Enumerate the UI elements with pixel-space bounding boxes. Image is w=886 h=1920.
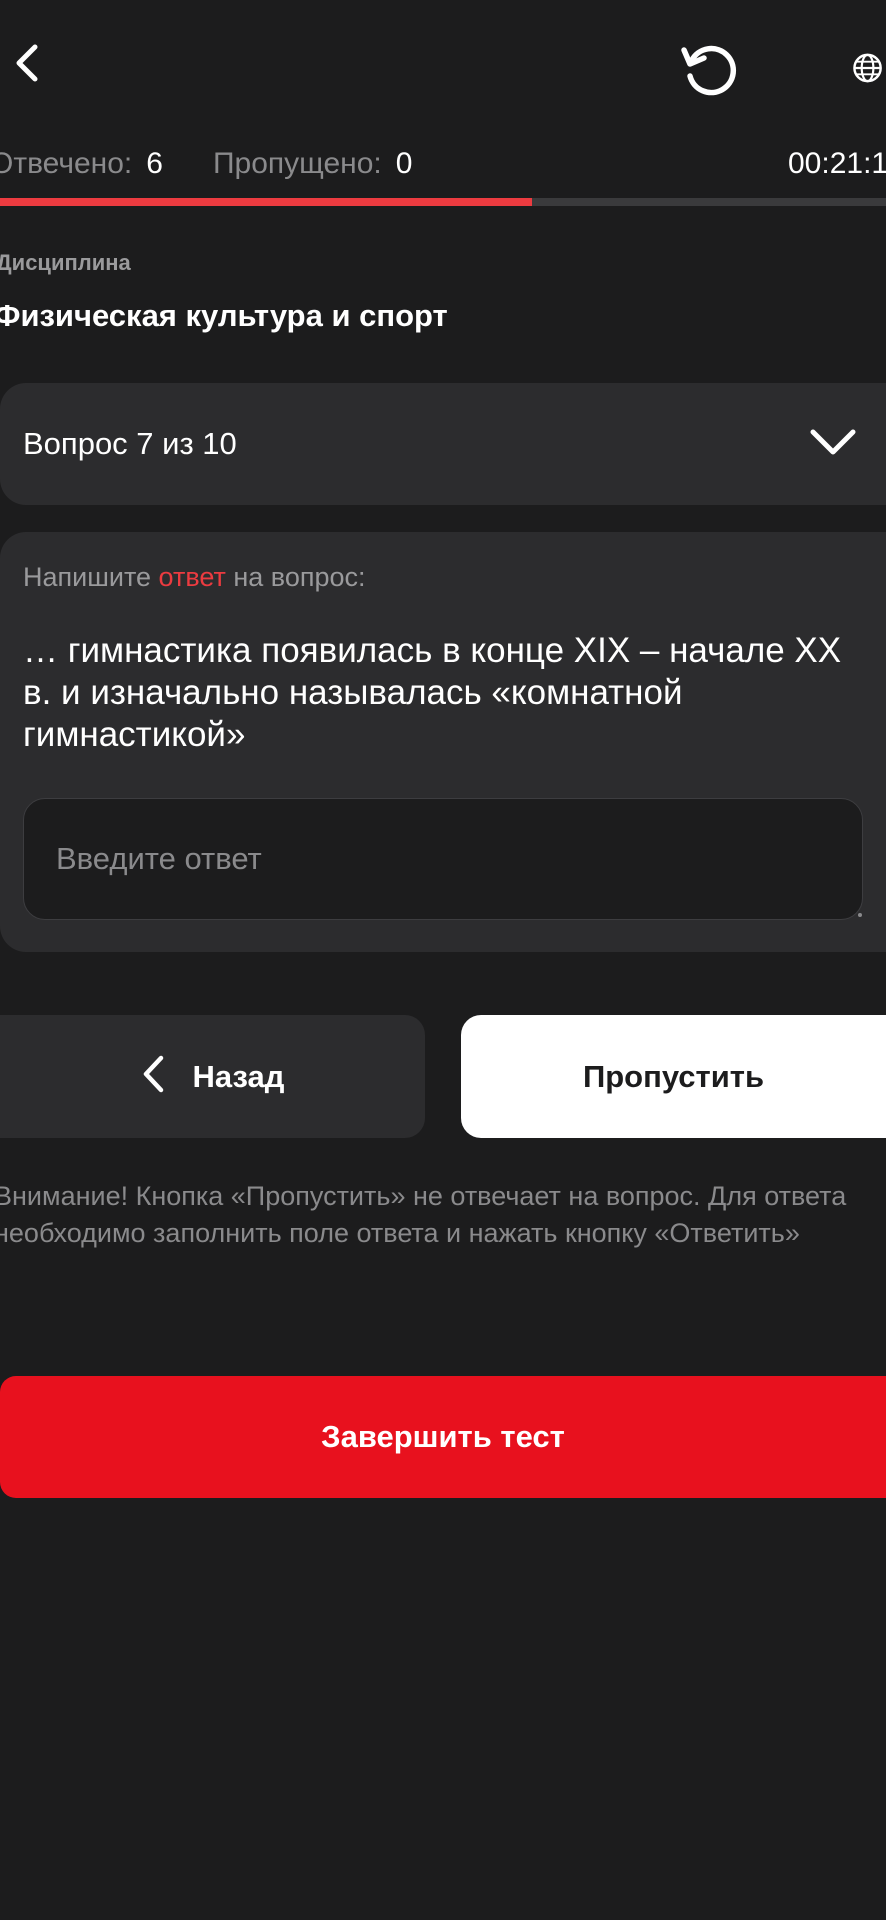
prompt-text: Напишите xyxy=(23,562,159,592)
chevron-down-icon[interactable] xyxy=(808,420,858,468)
answer-input[interactable] xyxy=(23,798,863,920)
back-button[interactable]: Назад xyxy=(0,1015,425,1138)
answer-prompt: Напишите ответ на вопрос: xyxy=(23,562,366,593)
prompt-text-end: на вопрос: xyxy=(225,562,366,592)
chevron-left-icon xyxy=(141,1055,165,1098)
progress-bar xyxy=(0,198,886,206)
timer: 00:21:11 xyxy=(788,147,886,180)
warning-text: Внимание! Кнопка «Пропустить» не отвечае… xyxy=(0,1181,847,1248)
question-selector[interactable]: Вопрос 7 из 10 xyxy=(0,383,886,505)
skip-button[interactable]: Пропустить xyxy=(461,1015,886,1138)
chevron-left-icon[interactable] xyxy=(2,30,50,96)
skip-button-label: Пропустить xyxy=(582,1058,765,1094)
skipped-count: 0 xyxy=(395,147,413,180)
question-number: Вопрос 7 из 10 xyxy=(23,426,237,461)
skipped-label: Пропущено: xyxy=(212,147,382,180)
discipline-label: Дисциплина xyxy=(0,250,131,275)
answered-count: 6 xyxy=(146,147,163,180)
answer-stats: Отвечено: 6 Пропущено: 0 xyxy=(0,142,412,186)
globe-icon[interactable] xyxy=(816,32,886,104)
prompt-accent: ответ xyxy=(158,562,226,592)
rotate-ccw-icon[interactable] xyxy=(672,32,748,104)
finish-test-button[interactable]: Завершить тест xyxy=(0,1376,886,1498)
progress-fill xyxy=(0,198,532,206)
answered-label: Отвечено: xyxy=(0,147,133,180)
back-button-label: Назад xyxy=(192,1058,285,1094)
discipline-name: Физическая культура и спорт xyxy=(0,298,448,333)
question-text: … гимнастика появилась в конце XIX – нач… xyxy=(23,631,842,754)
finish-test-label: Завершить тест xyxy=(321,1419,565,1454)
resize-grip xyxy=(858,913,862,917)
